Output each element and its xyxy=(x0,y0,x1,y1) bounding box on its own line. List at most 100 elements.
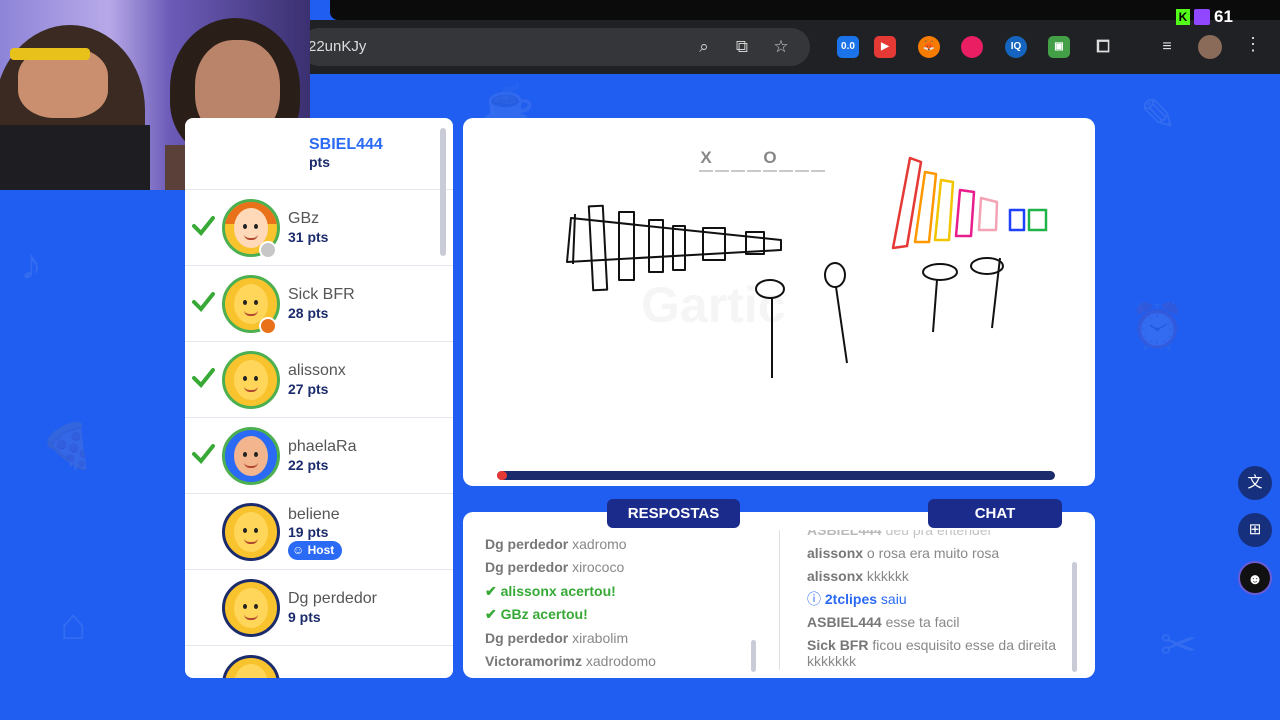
chat-text: deu pra entender xyxy=(885,530,993,538)
kick-icon: K xyxy=(1176,9,1190,25)
answer-user: alissonx xyxy=(500,582,557,599)
answer-message: Dg perdedor xirococo xyxy=(485,556,765,579)
twitch-icon xyxy=(1194,9,1210,25)
answer-user: Dg perdedor xyxy=(485,629,569,646)
answer-message: Dg perdedor xirabolim xyxy=(485,627,765,650)
status-badge xyxy=(259,241,277,259)
player-points: pts xyxy=(309,154,330,170)
extension-green-icon[interactable]: ▣ xyxy=(1048,36,1070,58)
answer-message: Dg perdedor xadromo xyxy=(485,533,765,556)
info-icon: ⓘ xyxy=(807,591,821,607)
player-name: alissonx xyxy=(288,362,346,379)
status-badge xyxy=(259,317,277,335)
check-icon xyxy=(192,216,215,236)
chat-user: Sick BFR xyxy=(807,637,869,653)
chat-list: ASBIEL444 deu pra entender alissonx o ro… xyxy=(807,530,1067,670)
player-name: Sick BFR xyxy=(288,286,355,303)
player-row[interactable]: beliene 19 pts ☺ Host xyxy=(185,494,453,570)
answer-message: Victoramorimz xadrodomo xyxy=(485,650,765,673)
menu-kebab-icon[interactable]: ⋮ xyxy=(1244,34,1262,55)
background-doodle: ♪ xyxy=(20,240,42,289)
background-doodle: ⌂ xyxy=(60,600,87,649)
translate-icon[interactable]: 文 xyxy=(1238,466,1272,500)
viewer-counter: K 61 xyxy=(1176,6,1233,28)
extension-color-icon[interactable] xyxy=(961,36,983,58)
chat-message: Sick BFR ficou esquisito esse da direita… xyxy=(807,637,1067,669)
player-points: 28 pts xyxy=(288,305,329,321)
players-panel: SBIEL444 pts GBz 31 pts Sick BFR 28 pts … xyxy=(185,118,453,678)
extension-red-icon[interactable]: ▶ xyxy=(874,36,896,58)
player-points: 31 pts xyxy=(288,229,329,245)
chat-user: 2tclipes xyxy=(824,591,878,607)
player-row[interactable]: phaelaRa 22 pts xyxy=(185,418,453,494)
chat-text: kkkkkk xyxy=(866,568,909,584)
player-points: 27 pts xyxy=(288,381,329,397)
player-points: 19 pts xyxy=(288,524,329,540)
answers-scrollbar[interactable] xyxy=(751,640,756,672)
chat-message: alissonx kkkkkk xyxy=(807,568,1067,584)
chat-message: alissonx o rosa era muito rosa xyxy=(807,545,1067,561)
chat-tab[interactable]: CHAT xyxy=(928,499,1062,528)
player-points: 9 pts xyxy=(288,609,321,625)
install-app-icon[interactable]: ⧉ xyxy=(731,36,753,58)
answer-text: xirococo xyxy=(572,559,625,576)
extension-iq-icon[interactable]: IQ xyxy=(1005,36,1027,58)
answers-tab[interactable]: RESPOSTAS xyxy=(607,499,740,528)
grid-apps-icon[interactable]: ⊞ xyxy=(1238,513,1272,547)
profile-avatar[interactable] xyxy=(1198,35,1222,59)
chat-system-message: ⓘ 2tclipes saiu xyxy=(807,591,1067,607)
answer-user: Dg perdedor xyxy=(485,536,569,552)
chat-scrollbar[interactable] xyxy=(1072,562,1077,672)
player-row[interactable] xyxy=(185,646,453,678)
url-text: 22unKJy xyxy=(308,38,367,55)
check-icon xyxy=(192,444,215,464)
avatar xyxy=(222,503,280,561)
check-icon xyxy=(192,292,215,312)
player-name: GBz xyxy=(288,210,320,227)
extensions-puzzle-icon[interactable]: ⧠ xyxy=(1092,36,1114,58)
avatar xyxy=(222,351,280,409)
drawing-strokes xyxy=(566,156,1048,378)
browser-tab-strip xyxy=(330,0,1280,20)
player-row[interactable]: GBz 31 pts xyxy=(185,190,453,266)
host-label: Host xyxy=(307,543,335,557)
player-row[interactable]: alissonx 27 pts xyxy=(185,342,453,418)
zoom-icon[interactable]: ⌕ xyxy=(693,36,715,58)
metamask-fox-icon[interactable]: 🦊 xyxy=(918,36,940,58)
host-badge: ☺ Host xyxy=(288,541,343,560)
chat-message: ASBIEL444 esse ta facil xyxy=(807,614,1067,630)
player-points: 22 pts xyxy=(288,457,329,473)
chat-user: alissonx xyxy=(807,568,864,584)
players-scrollbar[interactable] xyxy=(440,128,446,256)
round-timer-fill xyxy=(497,471,507,480)
answers-list: Dg perdedor xadromo Dg perdedor xirococo… xyxy=(485,533,765,673)
player-row[interactable]: Sick BFR 28 pts xyxy=(185,266,453,342)
chat-text: o rosa era muito rosa xyxy=(866,545,1000,561)
player-row[interactable]: SBIEL444 pts xyxy=(185,118,453,190)
headband xyxy=(10,48,90,60)
chat-text: esse ta facil xyxy=(885,614,960,630)
avatar xyxy=(222,427,280,485)
assistant-bot-icon[interactable]: ☻ xyxy=(1238,561,1272,595)
answer-user: Dg perdedor xyxy=(485,559,569,576)
viewer-count: 61 xyxy=(1214,7,1233,26)
drawing-canvas[interactable]: Gartic X O xyxy=(463,118,1095,486)
background-doodle: ✂ xyxy=(1160,621,1197,670)
bookmark-star-icon[interactable]: ☆ xyxy=(770,36,792,58)
player-row[interactable]: Dg perdedor 9 pts xyxy=(185,570,453,646)
address-bar[interactable]: 22unKJy ⌕ ⧉ ☆ xyxy=(300,28,810,66)
answer-text: acertou! xyxy=(560,582,616,599)
answer-user: GBz xyxy=(500,606,529,623)
chat-message: ASBIEL444 deu pra entender xyxy=(807,530,1067,538)
answer-text: xadromo xyxy=(572,536,627,552)
player-name: beliene xyxy=(288,506,340,523)
round-timer-bar xyxy=(497,471,1055,480)
answer-text: acertou! xyxy=(532,606,588,623)
answer-text: xirabolim xyxy=(572,629,629,646)
extension-counter-icon[interactable]: 0.0 xyxy=(837,36,859,58)
player-name: SBIEL444 xyxy=(309,136,383,153)
streamer-left-shirt xyxy=(0,125,150,190)
avatar xyxy=(222,579,280,637)
avatar xyxy=(222,655,280,678)
media-control-icon[interactable]: ≡ xyxy=(1156,36,1178,58)
